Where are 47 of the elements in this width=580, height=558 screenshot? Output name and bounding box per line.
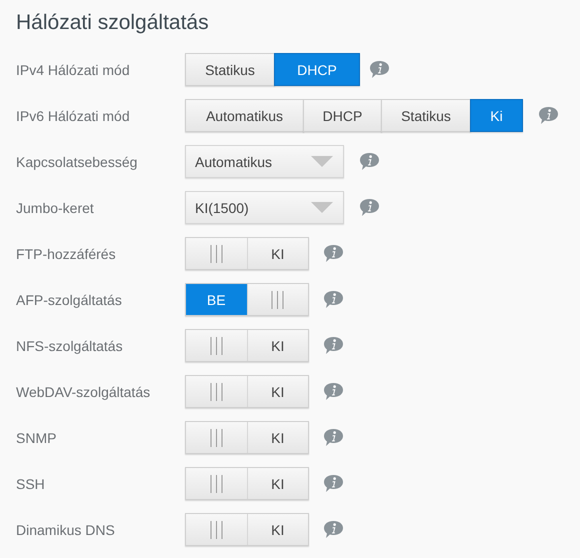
info-icon[interactable] <box>323 336 344 355</box>
toggle-switch[interactable]: KI <box>185 467 309 500</box>
info-icon[interactable] <box>369 60 390 79</box>
section-title: Hálózati szolgáltatás <box>16 10 210 36</box>
field-label: FTP-hozzáférés <box>16 246 117 262</box>
toggle-switch[interactable]: KI <box>185 329 309 362</box>
info-icon[interactable] <box>323 428 344 447</box>
caret-icon <box>311 202 333 213</box>
segment-tab[interactable]: DHCP <box>303 99 382 132</box>
segment-tab[interactable]: Statikus <box>381 99 471 132</box>
grip-icon <box>210 382 223 400</box>
grip-icon <box>210 428 223 446</box>
toggle-switch[interactable]: KI <box>185 513 309 546</box>
field-label: WebDAV-szolgáltatás <box>16 384 152 400</box>
segment-tab[interactable]: Statikus <box>185 53 275 86</box>
info-icon[interactable] <box>323 382 344 401</box>
dropdown[interactable]: KI(1500) <box>185 191 344 224</box>
field-label: Kapcsolatsebesség <box>16 154 138 170</box>
grip-icon <box>271 290 284 308</box>
info-icon[interactable] <box>359 152 380 171</box>
toggle-switch[interactable]: BE <box>185 283 309 316</box>
segment-tab[interactable]: Automatikus <box>185 99 304 132</box>
grip-icon <box>210 520 223 538</box>
dropdown[interactable]: Automatikus <box>185 145 344 178</box>
info-icon[interactable] <box>323 244 344 263</box>
grip-icon <box>210 474 223 492</box>
info-icon[interactable] <box>323 290 344 309</box>
info-icon[interactable] <box>538 106 559 125</box>
segment-tab[interactable]: Ki <box>470 99 523 132</box>
field-label: Jumbo-keret <box>16 200 95 216</box>
toggle-switch[interactable]: KI <box>185 421 309 454</box>
field-label: SSH <box>16 476 46 492</box>
info-icon[interactable] <box>359 198 380 217</box>
field-label: IPv4 Hálózati mód <box>16 62 131 78</box>
field-label: AFP-szolgáltatás <box>16 292 123 308</box>
grip-icon <box>210 244 223 262</box>
field-label: SNMP <box>16 430 58 446</box>
segment-tab[interactable]: DHCP <box>274 53 360 86</box>
toggle-switch[interactable]: KI <box>185 237 309 270</box>
info-icon[interactable] <box>323 474 344 493</box>
field-label: Dinamikus DNS <box>16 522 116 538</box>
grip-icon <box>210 336 223 354</box>
toggle-switch[interactable]: KI <box>185 375 309 408</box>
field-label: IPv6 Hálózati mód <box>16 108 131 124</box>
info-icon[interactable] <box>323 520 344 539</box>
caret-icon <box>311 156 333 167</box>
field-label: NFS-szolgáltatás <box>16 338 124 354</box>
